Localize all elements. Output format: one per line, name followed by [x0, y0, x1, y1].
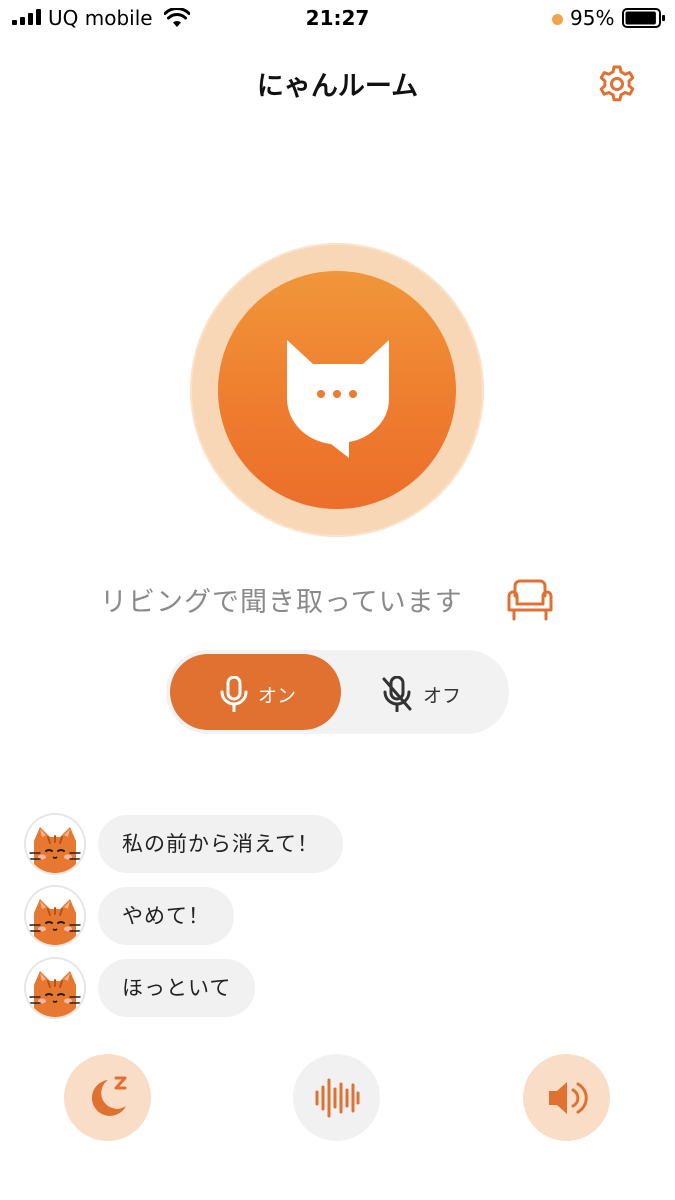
mic-off-button[interactable]: オフ — [341, 654, 505, 730]
sofa-icon — [507, 579, 553, 621]
moon-sleep-icon — [91, 1076, 127, 1116]
cat-face-avatar — [26, 815, 84, 873]
mic-toggle: オン オフ — [166, 650, 509, 734]
cat-face-avatar — [26, 887, 84, 945]
cat-face-avatar — [26, 959, 84, 1017]
gear-icon — [599, 65, 635, 102]
status-bar: UQ mobile 21:27 95% — [0, 0, 675, 40]
message-bubble: ほっといて — [98, 959, 256, 1017]
mic-on-label: オン — [258, 685, 297, 707]
room-select-button[interactable] — [505, 578, 555, 622]
battery-percent: 95% — [570, 6, 615, 30]
microphone-off-icon — [382, 676, 412, 712]
page-title: にゃんルーム — [256, 71, 419, 102]
sound-wave-button[interactable] — [293, 1054, 380, 1141]
battery-indicator-dot — [552, 14, 563, 25]
message-bubble: 私の前から消えて！ — [98, 815, 343, 873]
settings-button[interactable] — [596, 63, 638, 105]
mic-on-button[interactable]: オン — [170, 654, 341, 730]
speaker-icon — [549, 1082, 588, 1114]
microphone-icon — [220, 676, 248, 712]
mic-off-label: オフ — [423, 685, 462, 707]
cat-speech-bubble-icon — [287, 340, 389, 458]
message-bubble: やめて！ — [98, 887, 234, 945]
battery-icon — [622, 8, 665, 28]
sleep-mode-button[interactable] — [64, 1054, 151, 1141]
sound-wave-icon — [315, 1078, 360, 1118]
speaker-button[interactable] — [523, 1054, 610, 1141]
listening-status-text: リビングで聞き取っています — [100, 587, 463, 618]
